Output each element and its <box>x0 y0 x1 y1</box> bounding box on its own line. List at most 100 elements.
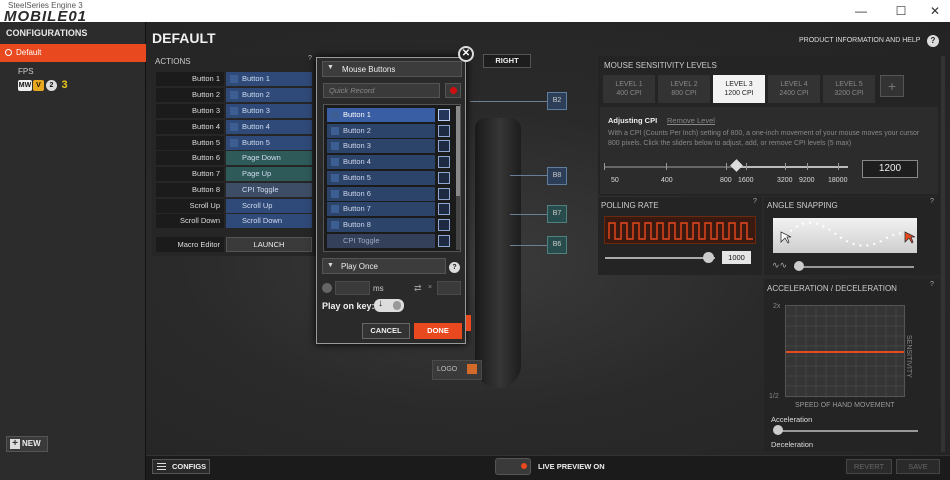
list-item-label: Button 6 <box>343 189 371 198</box>
angle-snapping-slider-knob[interactable] <box>794 261 804 271</box>
action-value-text: Button 4 <box>242 122 270 131</box>
action-value[interactable]: Scroll Up <box>226 199 312 213</box>
delay-ms-input[interactable] <box>335 281 370 295</box>
sidebar-item-fps[interactable]: FPS <box>18 67 34 76</box>
list-item[interactable]: Button 7 <box>327 202 454 216</box>
action-row: Scroll Down Scroll Down <box>156 214 312 228</box>
callout-b6[interactable]: B6 <box>547 236 567 254</box>
action-value-text: Page Up <box>242 169 272 178</box>
cpi-tick <box>666 163 667 170</box>
list-item[interactable]: Button 6 <box>327 187 454 201</box>
ms-label: ms <box>373 284 384 293</box>
cpi-tick-label: 3200 <box>777 177 793 184</box>
list-item[interactable]: Button 3 <box>327 139 454 153</box>
list-item-label: Button 3 <box>343 141 371 150</box>
list-item[interactable]: Button 1 <box>327 108 454 122</box>
action-value[interactable]: Page Down <box>226 151 312 165</box>
action-value[interactable]: Page Up <box>226 167 312 181</box>
action-value[interactable]: Button 4 <box>226 120 312 134</box>
list-item[interactable]: Button 5 <box>327 171 454 185</box>
level-cpi: 800 CPI <box>671 90 697 97</box>
cpi-description: With a CPI (Counts Per Inch) setting of … <box>608 130 920 147</box>
list-item[interactable]: Button 2 <box>327 124 454 138</box>
checkbox[interactable] <box>438 156 450 168</box>
checkbox[interactable] <box>438 219 450 231</box>
checkbox[interactable] <box>438 172 450 184</box>
repeat-icon[interactable]: ⇄ <box>414 283 422 294</box>
checkbox[interactable] <box>438 203 450 215</box>
callout-b8[interactable]: B8 <box>547 167 567 185</box>
button-icon <box>331 190 339 198</box>
pause-icon[interactable] <box>322 283 332 293</box>
checkbox[interactable] <box>438 125 450 137</box>
level-tab-4[interactable]: LEVEL 4 2400 CPI <box>768 75 820 103</box>
level-tab-3[interactable]: LEVEL 3 1200 CPI <box>713 75 765 103</box>
action-value-text: Button 3 <box>242 106 270 115</box>
callout-b7[interactable]: B7 <box>547 205 567 223</box>
level-cpi: 1200 CPI <box>724 90 754 97</box>
list-item[interactable]: Button 8 <box>327 218 454 232</box>
add-level-button[interactable]: + <box>880 75 904 97</box>
angle-snapping-slider[interactable] <box>794 266 914 268</box>
list-item[interactable]: CPI Toggle <box>327 234 454 248</box>
level-tab-1[interactable]: LEVEL 1 400 CPI <box>603 75 655 103</box>
help-icon[interactable]: ? <box>449 262 460 273</box>
action-value[interactable]: Button 2 <box>226 88 312 102</box>
angle-snapping-title: ANGLE SNAPPING <box>767 201 838 210</box>
acceleration-slider[interactable] <box>777 430 918 432</box>
minimize-button[interactable]: — <box>848 3 874 19</box>
action-value[interactable]: Scroll Down <box>226 214 312 228</box>
repeat-count-input[interactable] <box>437 281 461 295</box>
game-icon-2: V <box>33 80 44 91</box>
revert-button[interactable]: REVERT <box>846 459 892 474</box>
checkbox[interactable] <box>438 235 450 247</box>
acceleration-slider-knob[interactable] <box>773 425 783 435</box>
polling-rate-slider[interactable] <box>605 257 715 259</box>
level-tab-5[interactable]: LEVEL 5 3200 CPI <box>823 75 875 103</box>
save-button[interactable]: SAVE <box>896 459 940 474</box>
logo-color-swatch[interactable] <box>467 364 477 374</box>
sine-path-icon <box>780 221 916 247</box>
checkbox[interactable] <box>438 188 450 200</box>
cancel-button[interactable]: CANCEL <box>362 323 410 339</box>
callout-b2[interactable]: B2 <box>547 92 567 110</box>
help-icon[interactable]: ? <box>930 281 934 288</box>
action-row: Button 3 Button 3 <box>156 104 312 118</box>
callout-line <box>510 214 547 215</box>
action-value[interactable]: Button 5 <box>226 136 312 150</box>
close-button[interactable]: ✕ <box>922 3 948 19</box>
cpi-slider-track-active[interactable] <box>738 166 848 168</box>
main-scrollbar[interactable] <box>941 56 945 452</box>
list-item-label: Button 7 <box>343 204 371 213</box>
action-value[interactable]: CPI Toggle <box>226 183 312 197</box>
quick-record-input[interactable]: Quick Record <box>323 83 440 98</box>
product-info-link[interactable]: PRODUCT INFORMATION AND HELP <box>799 37 920 44</box>
list-item-label: Button 5 <box>343 173 371 182</box>
checkbox[interactable] <box>438 140 450 152</box>
polling-rate-value[interactable]: 1000 <box>722 251 751 264</box>
list-item[interactable]: Button 4 <box>327 155 454 169</box>
launch-button[interactable]: LAUNCH <box>226 237 312 252</box>
checkbox[interactable] <box>438 109 450 121</box>
level-tab-2[interactable]: LEVEL 2 800 CPI <box>658 75 710 103</box>
actions-help-icon[interactable]: ? <box>308 55 314 63</box>
action-label: Button 1 <box>156 72 224 86</box>
callout-line <box>470 101 547 102</box>
close-icon[interactable]: ✕ <box>458 46 474 62</box>
help-icon[interactable]: ? <box>753 198 757 205</box>
help-icon[interactable]: ? <box>930 198 934 205</box>
new-config-button[interactable]: + NEW <box>6 436 48 452</box>
maximize-button[interactable]: ☐ <box>888 3 914 19</box>
action-value[interactable]: Button 3 <box>226 104 312 118</box>
action-value[interactable]: Button 1 <box>226 72 312 86</box>
list-scrollbar-thumb[interactable] <box>456 106 460 196</box>
sidebar-item-default[interactable]: Default <box>0 44 146 62</box>
cpi-slider-track[interactable] <box>605 166 735 168</box>
done-button[interactable]: DONE <box>414 323 462 339</box>
remove-level-link[interactable]: Remove Level <box>667 116 715 125</box>
cpi-value-input[interactable]: 1200 <box>862 160 918 178</box>
right-view-tab[interactable]: RIGHT <box>483 54 531 68</box>
polling-rate-slider-knob[interactable] <box>703 252 714 263</box>
help-icon[interactable]: ? <box>927 35 939 47</box>
sidebar-title: CONFIGURATIONS <box>6 28 88 38</box>
